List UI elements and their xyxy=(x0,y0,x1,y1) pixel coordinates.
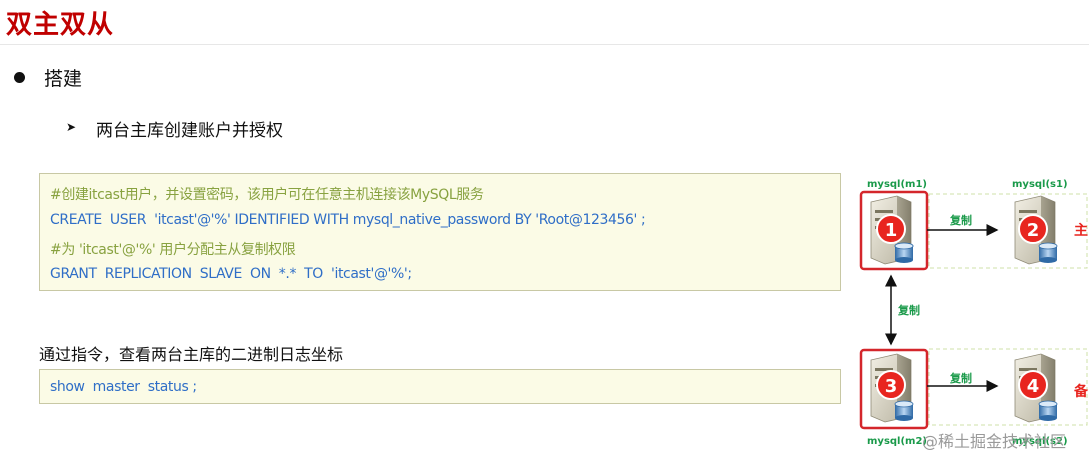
node-label-s1: mysql(s1) xyxy=(1012,179,1068,190)
replication-diagram: mysql(m1) mysql(s1) mysql(m2) mysql(s2) xyxy=(859,179,1089,447)
badge-2: 2 xyxy=(1018,214,1048,244)
watermark: @稀土掘金技术社区 xyxy=(922,432,1067,451)
badge-3: 3 xyxy=(876,370,906,400)
badge-2-label: 2 xyxy=(1027,220,1040,241)
sub-heading: 两台主库创建账户并授权 xyxy=(96,121,283,141)
badge-1-label: 1 xyxy=(885,220,898,241)
code-statement-line: GRANT REPLICATION SLAVE ON *.* TO 'itcas… xyxy=(50,266,412,282)
badge-4: 4 xyxy=(1018,370,1048,400)
code-statement-line: CREATE USER 'itcast'@'%' IDENTIFIED WITH… xyxy=(50,212,646,228)
title-divider xyxy=(0,44,1089,45)
code-comment-line: #创建itcast用户，并设置密码，该用户可在任意主机连接该MySQL服务 xyxy=(50,187,484,203)
node-label-m2: mysql(m2) xyxy=(867,436,927,447)
side-label-primary: 主 xyxy=(1074,222,1088,239)
code-statement-line: show master status ; xyxy=(50,379,197,395)
node-label-m1: mysql(m1) xyxy=(867,179,927,190)
description-text: 通过指令，查看两台主库的二进制日志坐标 xyxy=(39,345,344,364)
badge-1: 1 xyxy=(876,214,906,244)
page-title: 双主双从 xyxy=(6,10,115,40)
code-comment-line: #为 'itcast'@'%' 用户分配主从复制权限 xyxy=(50,242,296,258)
bullet-heading: 搭建 xyxy=(44,68,83,90)
bullet-dot-icon xyxy=(14,72,25,83)
code-block-show-status: show master status ; xyxy=(39,369,841,404)
arrow-bullet-icon: ➤ xyxy=(66,120,77,134)
edge-label-vertical: 复制 xyxy=(897,303,920,317)
badge-3-label: 3 xyxy=(885,376,898,397)
code-block-create-user: #创建itcast用户，并设置密码，该用户可在任意主机连接该MySQL服务 CR… xyxy=(39,173,841,291)
badge-4-label: 4 xyxy=(1027,376,1040,397)
edge-label-top: 复制 xyxy=(949,213,972,227)
edge-label-bottom: 复制 xyxy=(949,371,972,385)
side-label-backup: 备 xyxy=(1073,383,1089,400)
group-outline-top xyxy=(928,193,1088,269)
group-outline-bottom xyxy=(928,348,1088,426)
